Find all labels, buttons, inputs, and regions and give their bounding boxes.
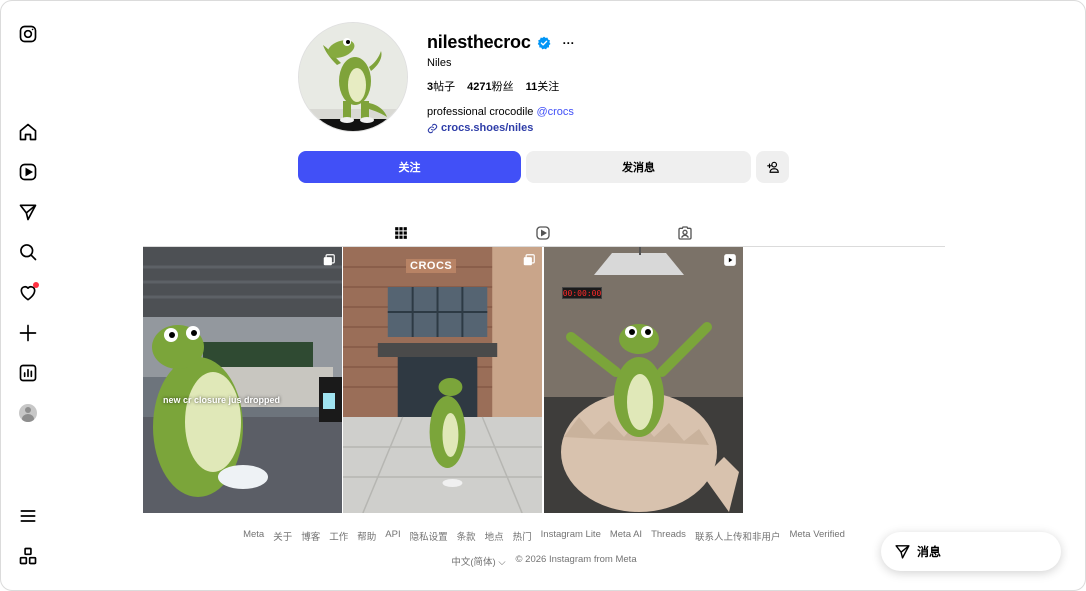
menu-icon[interactable] — [17, 505, 39, 527]
footer-link[interactable]: Meta AI — [610, 529, 642, 543]
profile-picture[interactable] — [298, 22, 408, 132]
reels-icon[interactable] — [17, 161, 39, 183]
footer-link[interactable]: 地点 — [485, 529, 504, 543]
footer-link[interactable]: 帮助 — [357, 529, 376, 543]
tab-tagged[interactable] — [662, 219, 708, 246]
messages-button[interactable]: 消息 — [881, 532, 1061, 571]
add-user-icon — [766, 161, 779, 173]
tagged-icon — [678, 225, 692, 240]
footer-link[interactable]: Meta Verified — [789, 529, 844, 543]
post-tile-1[interactable]: new cr closure jus dropped — [143, 247, 342, 513]
footer-link[interactable]: 关于 — [273, 529, 292, 543]
post-caption-overlay: new cr closure jus dropped — [163, 395, 281, 405]
reel-play-icon — [724, 254, 736, 266]
app-window: nilesthecroc ··· Niles 3帖子 4271粉丝 11关注 p… — [0, 0, 1086, 591]
posts-stat: 3帖子 — [427, 81, 456, 93]
chevron-down-icon: ⌵ — [498, 557, 506, 568]
bio-mention-link[interactable]: @crocs — [536, 106, 573, 118]
follow-button[interactable]: 关注 — [298, 151, 521, 183]
carousel-icon — [523, 254, 535, 266]
posts-grid-icon — [395, 226, 407, 239]
heart-icon[interactable] — [17, 282, 39, 304]
footer-link[interactable]: 隐私设置 — [410, 529, 448, 543]
timer-display: 00:00:00 — [562, 287, 602, 299]
verified-badge-icon — [537, 36, 551, 49]
followers-stat[interactable]: 4271粉丝 — [467, 78, 513, 94]
notification-dot — [33, 282, 39, 288]
footer-link[interactable]: Instagram Lite — [541, 529, 601, 543]
profile-link[interactable]: crocs.shoes/niles — [427, 122, 533, 134]
direct-send-icon[interactable] — [17, 201, 39, 223]
profile-stats: 3帖子 4271粉丝 11关注 — [427, 78, 559, 94]
language-selector[interactable]: 中文(简体) ⌵ — [451, 554, 505, 568]
messages-label: 消息 — [917, 545, 942, 559]
bio: professional crocodile @crocs — [427, 106, 574, 118]
footer-link[interactable]: 热门 — [513, 529, 532, 543]
carousel-icon — [323, 254, 335, 266]
home-icon[interactable] — [17, 121, 39, 143]
footer-link[interactable]: 条款 — [457, 529, 476, 543]
username-row: nilesthecroc ··· — [427, 32, 575, 53]
footer-link[interactable]: API — [385, 529, 400, 543]
message-button[interactable]: 发消息 — [526, 151, 751, 183]
direct-send-icon — [895, 545, 910, 559]
footer-link[interactable]: 博客 — [301, 529, 320, 543]
profile-link-text: crocs.shoes/niles — [441, 122, 534, 134]
more-options-button[interactable]: ··· — [563, 36, 575, 50]
username: nilesthecroc — [427, 32, 531, 52]
following-stat[interactable]: 11关注 — [526, 78, 560, 94]
crocs-sign: CROCS — [406, 259, 457, 273]
search-icon[interactable] — [17, 241, 39, 263]
copyright: © 2026 Instagram from Meta — [515, 554, 637, 565]
plus-create-icon[interactable] — [17, 322, 39, 344]
footer-link[interactable]: Meta — [243, 529, 264, 543]
profile-avatar[interactable] — [17, 402, 39, 424]
reels-tab-icon — [536, 225, 550, 240]
bio-text: professional crocodile — [427, 106, 537, 118]
tab-posts[interactable] — [370, 219, 432, 247]
footer-link[interactable]: Threads — [651, 529, 686, 543]
tab-reels[interactable] — [520, 219, 566, 246]
instagram-logo-icon[interactable] — [17, 23, 39, 45]
footer-link[interactable]: 工作 — [329, 529, 348, 543]
suggest-user-button[interactable] — [756, 151, 789, 183]
post-image-office — [143, 247, 342, 513]
link-icon — [427, 123, 438, 133]
post-image-building — [343, 247, 542, 513]
post-tile-2[interactable]: CROCS — [343, 247, 542, 513]
full-name: Niles — [427, 57, 452, 69]
dashboard-icon[interactable] — [17, 362, 39, 384]
footer-link[interactable]: 联系人上传和非用户 — [695, 529, 781, 543]
post-tile-3[interactable]: 00:00:00 — [544, 247, 743, 513]
